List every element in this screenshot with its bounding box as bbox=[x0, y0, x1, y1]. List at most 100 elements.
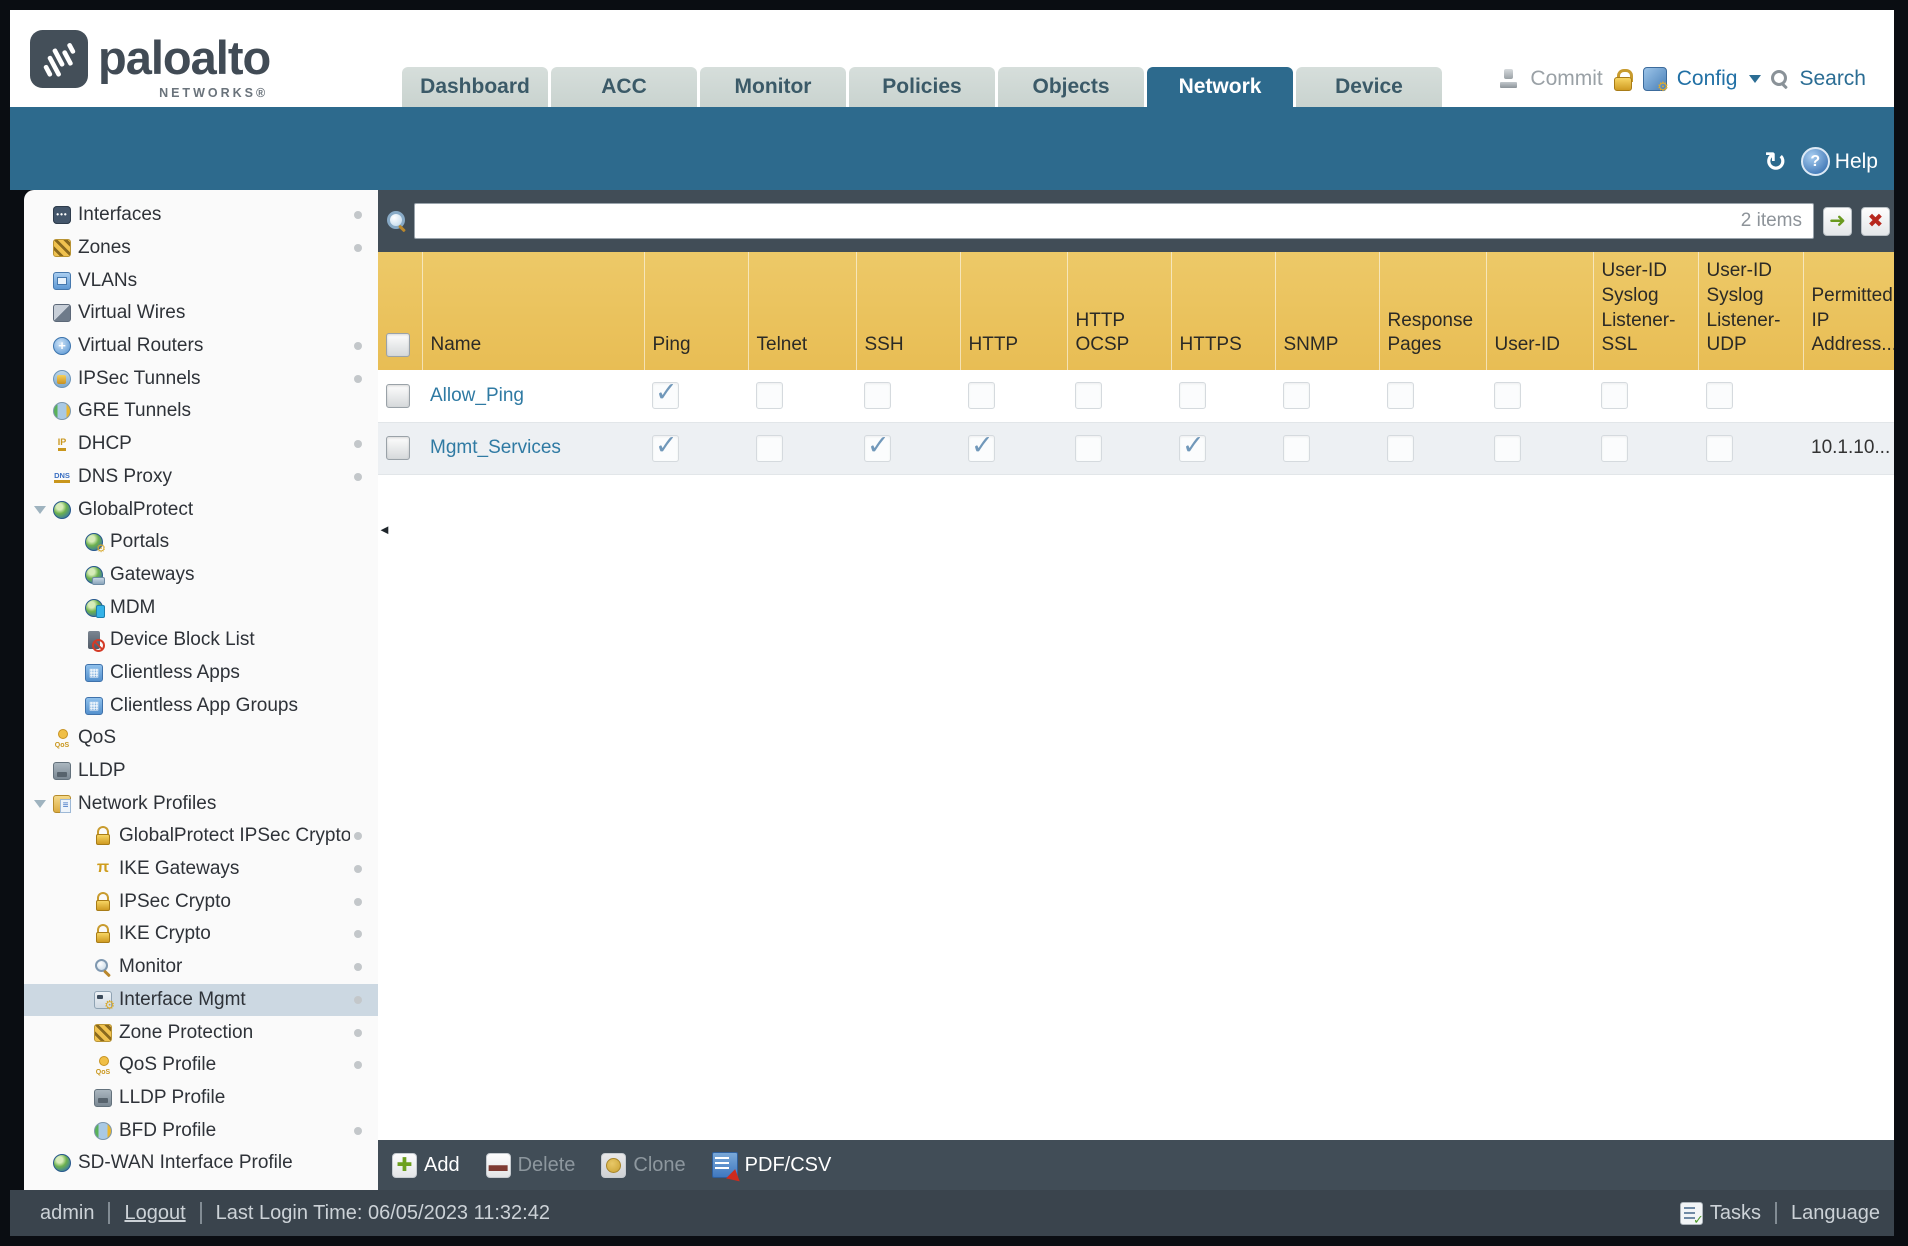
column-header-name[interactable]: Name bbox=[421, 252, 644, 370]
sidebar-item-gateways[interactable]: Gateways bbox=[24, 559, 378, 592]
sidebar-item-zones[interactable]: Zones bbox=[24, 232, 378, 265]
http-checkbox[interactable] bbox=[968, 382, 995, 410]
ping-checkbox[interactable] bbox=[652, 377, 679, 410]
sidebar-item-virtual-routers[interactable]: Virtual Routers bbox=[24, 330, 378, 363]
filter-input[interactable] bbox=[414, 203, 1814, 239]
https-checkbox[interactable] bbox=[1179, 430, 1206, 462]
sidebar-item-ike-gateways[interactable]: IKE Gateways bbox=[24, 853, 378, 886]
row-select-checkbox[interactable] bbox=[386, 436, 410, 460]
pdf-csv-button[interactable]: PDF/CSV bbox=[711, 1152, 831, 1178]
sidebar-item-clientless-apps[interactable]: Clientless Apps bbox=[24, 657, 378, 690]
telnet-checkbox[interactable] bbox=[756, 382, 783, 410]
content-area: Interfaces Zones VLANs Virtual Wires Virtual… bbox=[10, 190, 1894, 1190]
sidebar-item-interface-mgmt[interactable]: Interface Mgmt bbox=[24, 983, 378, 1017]
profile-name-link[interactable]: Allow_Ping bbox=[430, 385, 524, 406]
sidebar-item-dhcp[interactable]: DHCP bbox=[24, 428, 378, 461]
ssh-checkbox[interactable] bbox=[864, 430, 891, 462]
tab-objects[interactable]: Objects bbox=[998, 67, 1144, 107]
uid-syslog-udp-checkbox[interactable] bbox=[1706, 434, 1733, 462]
column-header-telnet[interactable]: Telnet bbox=[747, 252, 856, 370]
lock-icon[interactable] bbox=[1613, 68, 1633, 91]
uid-syslog-ssl-checkbox[interactable] bbox=[1601, 434, 1628, 462]
add-button[interactable]: ✚ Add bbox=[392, 1152, 460, 1178]
global-search-button[interactable]: Search bbox=[1799, 67, 1866, 91]
select-all-checkbox[interactable] bbox=[386, 333, 410, 358]
tab-network[interactable]: Network bbox=[1147, 67, 1293, 107]
user-id-checkbox[interactable] bbox=[1494, 382, 1521, 410]
sidebar-item-virtual-wires[interactable]: Virtual Wires bbox=[24, 297, 378, 330]
sidebar-item-vlans[interactable]: VLANs bbox=[24, 264, 378, 297]
sidebar-item-label: Portals bbox=[110, 531, 170, 553]
sidebar-item-gre-tunnels[interactable]: GRE Tunnels bbox=[24, 395, 378, 428]
config-dropdown-caret-icon[interactable] bbox=[1749, 75, 1762, 83]
sidebar-item-lldp-profile[interactable]: LLDP Profile bbox=[24, 1082, 378, 1115]
sidebar-item-interfaces[interactable]: Interfaces bbox=[24, 199, 378, 232]
column-header-snmp[interactable]: SNMP bbox=[1274, 252, 1379, 370]
expand-caret-icon[interactable] bbox=[34, 505, 46, 514]
user-id-checkbox[interactable] bbox=[1494, 434, 1521, 462]
tab-dashboard[interactable]: Dashboard bbox=[402, 67, 548, 107]
refresh-icon[interactable]: ↻ bbox=[1764, 148, 1787, 175]
uid-syslog-udp-checkbox[interactable] bbox=[1706, 382, 1733, 410]
sidebar-item-device-block-list[interactable]: Device Block List bbox=[24, 624, 378, 657]
sidebar-item-mdm[interactable]: MDM bbox=[24, 591, 378, 624]
column-header-user-id-syslog-listener-ssl[interactable]: User-ID Syslog Listener-SSL bbox=[1592, 252, 1698, 370]
commit-button[interactable]: Commit bbox=[1530, 67, 1602, 91]
sidebar-item-monitor[interactable]: Monitor bbox=[24, 951, 378, 984]
column-header-user-id[interactable]: User-ID bbox=[1485, 252, 1593, 370]
sidebar-item-sd-wan-interface-profile[interactable]: SD-WAN Interface Profile bbox=[24, 1147, 378, 1180]
tab-monitor[interactable]: Monitor bbox=[700, 67, 846, 107]
response-pages-checkbox[interactable] bbox=[1387, 382, 1414, 410]
profile-name-link[interactable]: Mgmt_Services bbox=[430, 437, 561, 458]
uid-syslog-ssl-checkbox[interactable] bbox=[1601, 382, 1628, 410]
tasks-button[interactable]: Tasks bbox=[1710, 1202, 1761, 1225]
sidebar-item-network-profiles[interactable]: Network Profiles bbox=[24, 787, 378, 820]
http-ocsp-checkbox[interactable] bbox=[1075, 382, 1102, 410]
telnet-checkbox[interactable] bbox=[756, 434, 783, 462]
response-pages-checkbox[interactable] bbox=[1387, 434, 1414, 462]
table-row: Allow_Ping bbox=[378, 370, 1894, 423]
sidebar-item-qos[interactable]: QoS bbox=[24, 722, 378, 755]
sidebar-item-qos-profile[interactable]: QoS Profile bbox=[24, 1049, 378, 1082]
sidebar-item-clientless-app-groups[interactable]: Clientless App Groups bbox=[24, 689, 378, 722]
separator bbox=[199, 1202, 202, 1224]
column-header-http[interactable]: HTTP bbox=[959, 252, 1067, 370]
interfaces-icon bbox=[53, 206, 71, 225]
sidebar-item-globalprotect-ipsec-crypto[interactable]: GlobalProtect IPSec Crypto bbox=[24, 820, 378, 853]
sidebar-item-dns-proxy[interactable]: DNS Proxy bbox=[24, 461, 378, 494]
column-header-ping[interactable]: Ping bbox=[643, 252, 748, 370]
logout-link[interactable]: Logout bbox=[124, 1202, 185, 1225]
config-button[interactable]: Config bbox=[1677, 67, 1738, 91]
https-checkbox[interactable] bbox=[1179, 382, 1206, 410]
row-select-checkbox[interactable] bbox=[386, 383, 410, 408]
clear-filter-button[interactable]: ✖ bbox=[1861, 206, 1890, 236]
sidebar-item-ike-crypto[interactable]: IKE Crypto bbox=[24, 918, 378, 951]
ssh-checkbox[interactable] bbox=[864, 382, 891, 410]
sidebar-item-globalprotect[interactable]: GlobalProtect bbox=[24, 493, 378, 526]
column-header-ssh[interactable]: SSH bbox=[855, 252, 960, 370]
sidebar-collapse-handle[interactable]: ◄ bbox=[378, 518, 394, 540]
sidebar-item-portals[interactable]: Portals bbox=[24, 526, 378, 559]
column-header-http-ocsp[interactable]: HTTP OCSP bbox=[1066, 252, 1171, 370]
column-header-permitted-ip-address[interactable]: Permitted IP Address... bbox=[1802, 252, 1894, 370]
snmp-checkbox[interactable] bbox=[1283, 434, 1310, 462]
sidebar-item-lldp[interactable]: LLDP bbox=[24, 755, 378, 788]
expand-caret-icon[interactable] bbox=[34, 799, 46, 808]
sidebar-item-bfd-profile[interactable]: BFD Profile bbox=[24, 1114, 378, 1147]
column-header-response-pages[interactable]: Response Pages bbox=[1378, 252, 1486, 370]
sidebar-item-ipsec-tunnels[interactable]: IPSec Tunnels bbox=[24, 362, 378, 395]
sidebar-item-ipsec-crypto[interactable]: IPSec Crypto bbox=[24, 885, 378, 918]
ping-checkbox[interactable] bbox=[652, 430, 679, 462]
help-button[interactable]: ? Help bbox=[1800, 147, 1878, 176]
http-checkbox[interactable] bbox=[968, 430, 995, 462]
apply-filter-button[interactable]: ➜ bbox=[1823, 206, 1852, 236]
tab-policies[interactable]: Policies bbox=[849, 67, 995, 107]
column-header-https[interactable]: HTTPS bbox=[1170, 252, 1275, 370]
tab-device[interactable]: Device bbox=[1296, 67, 1442, 107]
language-button[interactable]: Language bbox=[1791, 1202, 1880, 1225]
sidebar-item-zone-protection[interactable]: Zone Protection bbox=[24, 1016, 378, 1049]
http-ocsp-checkbox[interactable] bbox=[1075, 434, 1102, 462]
tab-acc[interactable]: ACC bbox=[551, 67, 697, 107]
column-header-user-id-syslog-listener-udp[interactable]: User-ID Syslog Listener-UDP bbox=[1697, 252, 1803, 370]
snmp-checkbox[interactable] bbox=[1283, 382, 1310, 410]
